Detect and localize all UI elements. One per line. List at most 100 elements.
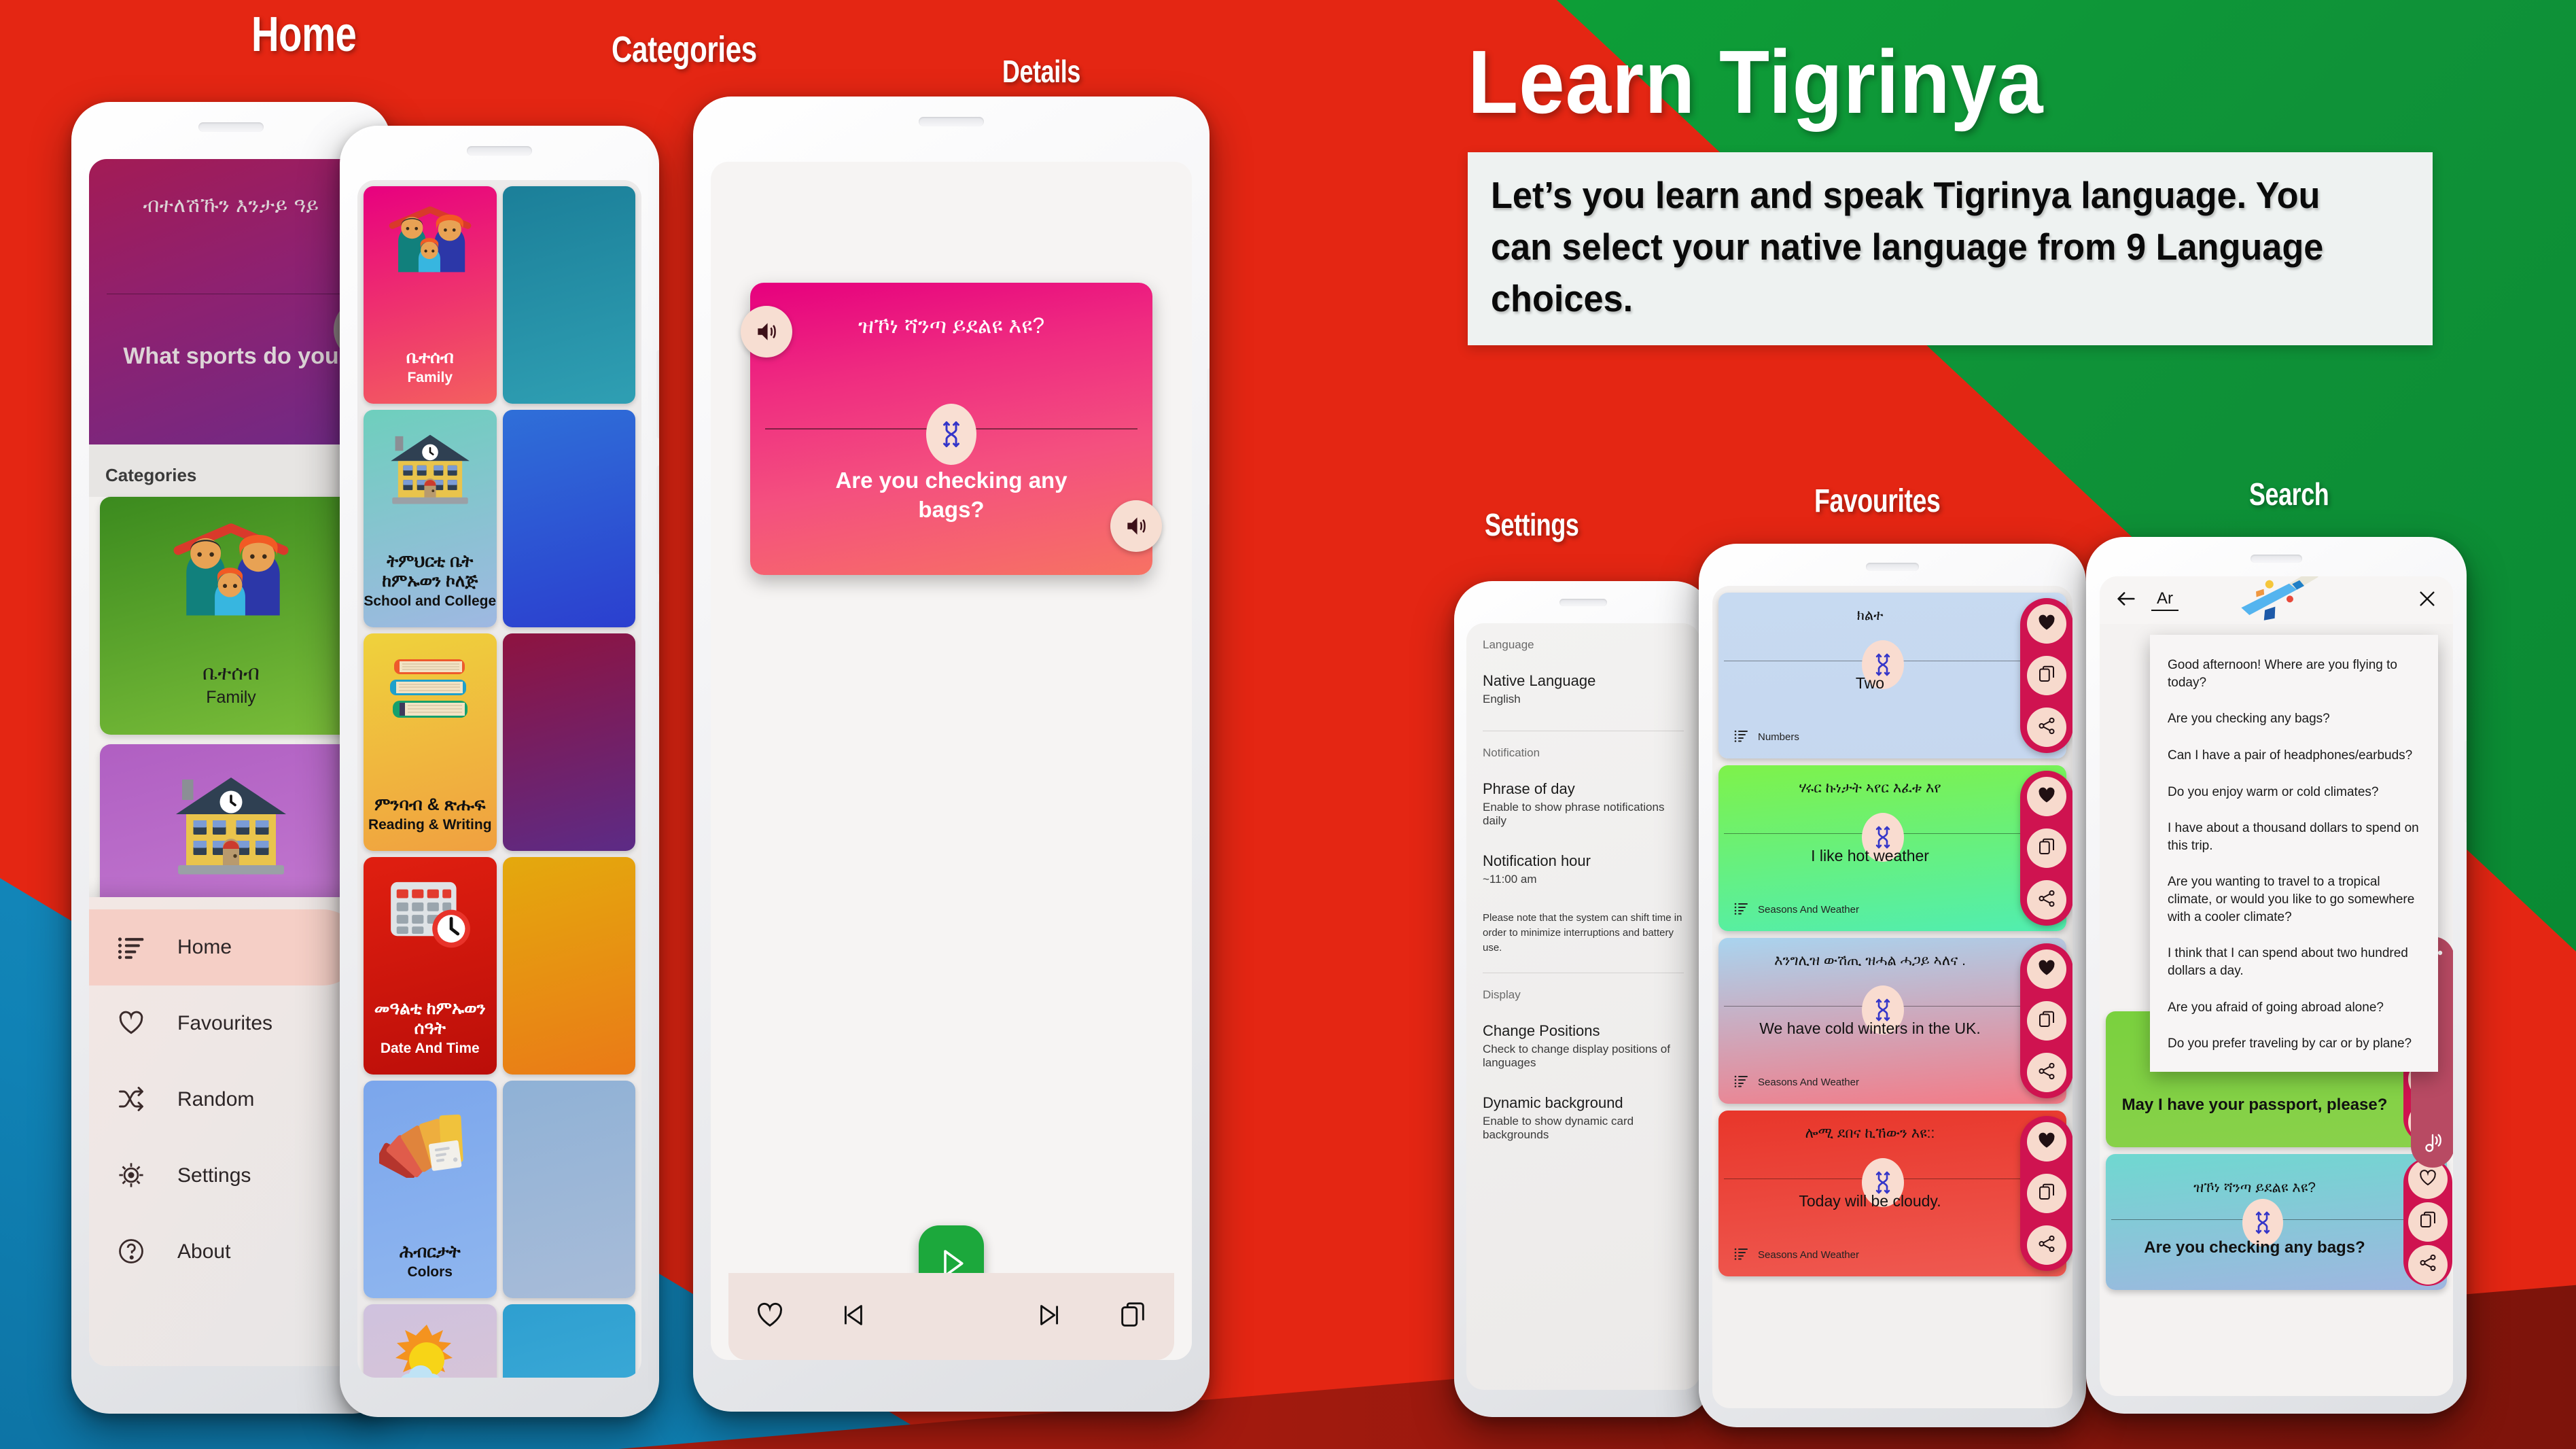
category-card[interactable] <box>364 1304 497 1378</box>
category-card[interactable]: መዓልቲ ከምኡወን ሰዓት Date And Time <box>364 857 497 1075</box>
share-icon <box>2036 1061 2057 1085</box>
search-suggestion-item[interactable]: Good afternoon! Where are you flying to … <box>2168 647 2420 701</box>
school-art <box>379 427 481 512</box>
drawer-item-about[interactable]: About <box>89 1214 373 1290</box>
favourite-button[interactable] <box>2027 777 2066 816</box>
next-button[interactable] <box>1035 1299 1066 1334</box>
earpiece-speaker <box>919 117 984 126</box>
favourite-card[interactable]: ሃሩር ኩነታት ኣየር እፈቱ እየ I like hot weather S… <box>1718 765 2072 931</box>
label-categories: Categories <box>612 29 757 70</box>
side-button-power[interactable] <box>656 601 659 676</box>
drawer-item-label: Home <box>177 936 232 958</box>
share-button[interactable] <box>2027 708 2066 747</box>
drawer-item-settings[interactable]: Settings <box>89 1138 373 1214</box>
card-action-rail <box>2403 1158 2452 1286</box>
drawer-item-random[interactable]: Random <box>89 1062 373 1138</box>
tag-list-icon <box>1733 1072 1750 1092</box>
side-button-volume[interactable] <box>656 350 659 438</box>
card-tigrinya-text: ክልተ <box>1856 608 1884 623</box>
copy-icon <box>1121 1302 1145 1327</box>
settings-item[interactable]: Native Language English <box>1483 672 1684 706</box>
search-suggestion-item[interactable]: Are you wanting to travel to a tropical … <box>2168 864 2420 935</box>
category-card[interactable] <box>502 633 635 851</box>
copy-button[interactable] <box>2408 1202 2448 1242</box>
home-screen: ብተለሽኹን እንታይ ዓይ What sports do you Catego… <box>89 159 373 1366</box>
card-english-text: Are you checking any bags? <box>2144 1238 2365 1257</box>
home-category-card[interactable]: ቤተሰብ Family <box>100 497 362 735</box>
favourite-card[interactable]: ሎሚ ደበና ኪኸውን እዩ:: Today will be cloudy. S… <box>1718 1111 2072 1276</box>
volume-icon <box>1127 517 1146 535</box>
card-english-label: Colors <box>407 1264 453 1280</box>
copy-button[interactable] <box>2027 1001 2066 1041</box>
category-card[interactable]: ሕብርታት Colors <box>364 1081 497 1298</box>
favourites-screen: ክልተ Two Numbers ሃሩር ኩነታት ኣየር እፈቱ እየ I li… <box>1712 586 2072 1408</box>
share-button[interactable] <box>2027 1053 2066 1092</box>
favourite-card[interactable]: ክልተ Two Numbers <box>1718 593 2072 758</box>
drawer-item-home[interactable]: Home <box>89 909 361 985</box>
favourite-button[interactable] <box>2027 604 2066 644</box>
drawer-item-favourites[interactable]: Favourites <box>89 985 373 1062</box>
side-button-volume-down[interactable] <box>1207 504 1210 633</box>
card-tigrinya-text: ዝኾነ ሻንጣ ይደልዩ እዩ? <box>2193 1180 2316 1195</box>
side-button-volume-down[interactable] <box>656 466 659 574</box>
search-suggestion-item[interactable]: I think that I can spend about two hundr… <box>2168 935 2420 989</box>
favourite-card[interactable]: እንግሊዝ ውሽጢ ዝሓል ሓጋይ ኣለና . We have cold win… <box>1718 938 2072 1104</box>
side-button-power[interactable] <box>2464 741 2467 822</box>
search-suggestion-item[interactable]: Do you prefer traveling by car or by pla… <box>2168 1026 2420 1062</box>
share-button[interactable] <box>2027 880 2066 920</box>
share-button[interactable] <box>2027 1225 2066 1265</box>
search-suggestion-item[interactable]: Can I have a pair of headphones/earbuds? <box>2168 737 2420 774</box>
search-suggestion-item[interactable]: Are you checking any bags? <box>2168 701 2420 737</box>
settings-group: Language Native Language English <box>1466 623 1700 731</box>
copy-button[interactable] <box>1117 1299 1148 1334</box>
share-button[interactable] <box>2408 1244 2448 1285</box>
category-card[interactable] <box>502 186 636 404</box>
category-card[interactable] <box>502 1081 635 1298</box>
category-card[interactable]: ትምህርቲ ቤት ከምኡወን ኮለጅ School and College <box>364 410 497 627</box>
search-result-card[interactable]: ዝኾነ ሻንጣ ይደልዩ እዩ? Are you checking any ba… <box>2106 1154 2452 1290</box>
phrase-card[interactable]: ዝኾነ ሻንጣ ይደልዩ እዩ? Are you checking any ba… <box>741 283 1162 575</box>
category-card[interactable] <box>502 1304 635 1378</box>
settings-item[interactable]: Change Positions Check to change display… <box>1483 1022 1684 1070</box>
speaker-button-tigrinya[interactable] <box>741 306 792 357</box>
search-suggestion-item[interactable]: Do you enjoy warm or cold climates? <box>2168 774 2420 811</box>
favourite-button[interactable] <box>2027 949 2066 989</box>
copy-icon <box>2036 837 2057 860</box>
card-caption: መዓልቲ ከምኡወን ሰዓት Date And Time <box>364 999 497 1057</box>
swap-languages-button[interactable] <box>926 404 976 465</box>
settings-item[interactable]: Notification hour ~11:00 am <box>1483 852 1684 886</box>
speaker-button-english[interactable] <box>1110 500 1162 552</box>
settings-item-title: Change Positions <box>1483 1022 1600 1040</box>
search-suggestion-item[interactable]: Are you afraid of going abroad alone? <box>2168 990 2420 1026</box>
card-english-label: Reading & Writing <box>368 817 492 833</box>
card-caption <box>503 384 636 386</box>
copy-button[interactable] <box>2027 656 2066 695</box>
settings-item[interactable]: Phrase of day Enable to show phrase noti… <box>1483 780 1684 828</box>
previous-button[interactable] <box>836 1299 868 1334</box>
settings-item[interactable]: Dynamic background Enable to show dynami… <box>1483 1094 1684 1142</box>
settings-note: Please note that the system can shift ti… <box>1483 912 1682 954</box>
category-card[interactable]: ምንባብ & ጽሑፍ Reading & Writing <box>364 633 497 851</box>
category-card[interactable] <box>502 857 635 1075</box>
settings-group-header: Display <box>1483 988 1521 1002</box>
search-suggestion-item[interactable]: I have about a thousand dollars to spend… <box>2168 810 2420 864</box>
back-button[interactable] <box>2115 587 2138 614</box>
copy-button[interactable] <box>2027 1174 2066 1213</box>
category-card[interactable]: ቤተሰብ Family <box>364 186 497 404</box>
card-category-label: Seasons And Weather <box>1758 1076 1859 1088</box>
favourite-button[interactable] <box>2027 1122 2066 1162</box>
settings-group: Notification Phrase of day Enable to sho… <box>1466 731 1700 974</box>
heart-filled-icon <box>2036 1130 2057 1154</box>
home-hero-card[interactable]: ብተለሽኹን እንታይ ዓይ What sports do you <box>89 159 373 444</box>
categories-screen: ቤተሰብ Family ትምህርቲ ቤት ከምኡወን ኮለጅ School an… <box>357 180 641 1378</box>
copy-button[interactable] <box>2027 828 2066 868</box>
search-input[interactable]: Ar <box>2151 589 2178 611</box>
favourite-button[interactable] <box>754 1299 786 1334</box>
palette-art <box>376 1098 481 1181</box>
side-button-volume[interactable] <box>1207 368 1210 470</box>
tag-list-icon <box>1733 727 1750 746</box>
close-button[interactable] <box>2416 588 2438 613</box>
hero-english-text: What sports do you <box>123 343 339 369</box>
phone-search: Ar May I have your passport, please? ዝኾነ… <box>2086 537 2467 1414</box>
category-card[interactable] <box>502 410 635 627</box>
